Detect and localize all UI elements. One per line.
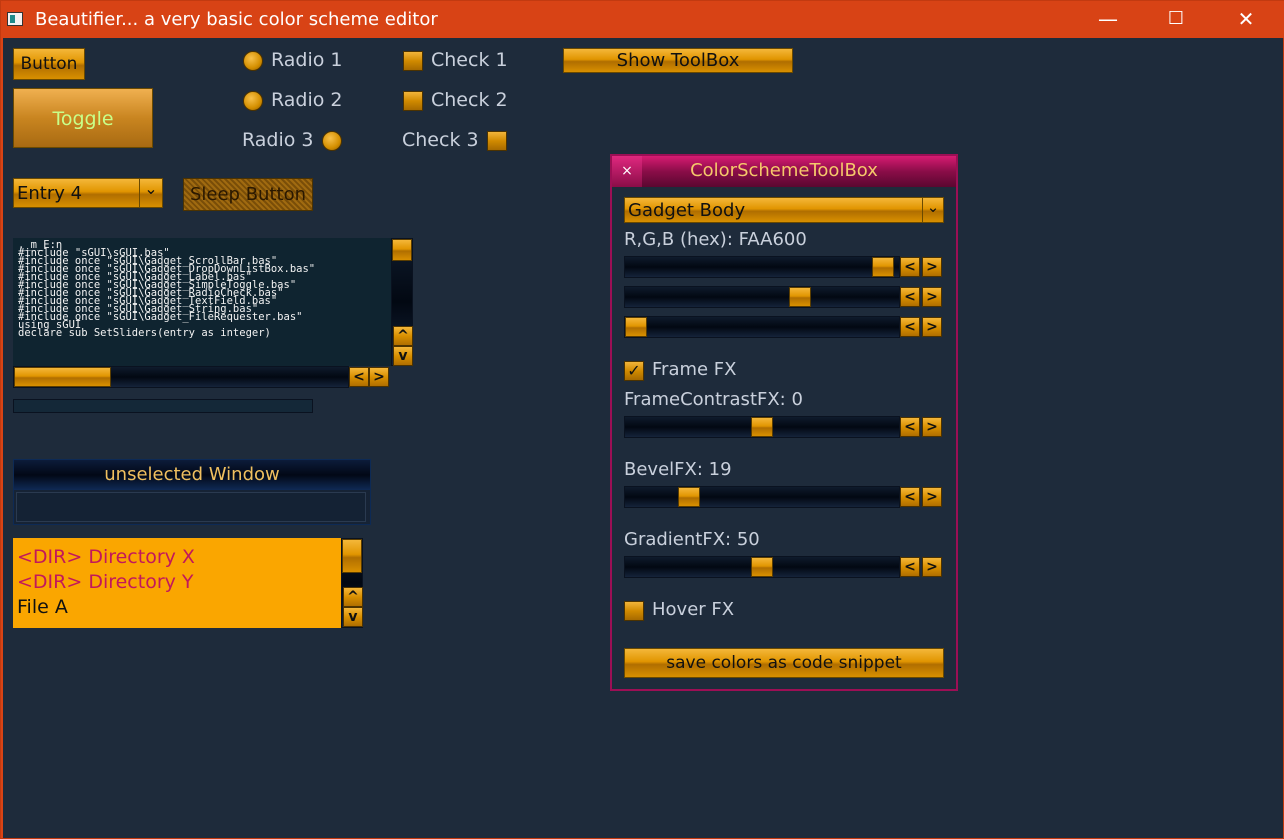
slider-left-arrow-icon[interactable]: < [900, 257, 920, 277]
minimize-button[interactable]: — [1085, 1, 1131, 38]
slider-right-arrow-icon[interactable]: > [922, 417, 942, 437]
maximize-button[interactable]: ☐ [1153, 1, 1199, 38]
radio-3-button[interactable] [322, 131, 342, 151]
app-icon [7, 12, 23, 26]
close-button[interactable]: ✕ [1223, 1, 1269, 38]
green-slider[interactable] [624, 286, 900, 308]
dropdown-value: Gadget Body [628, 200, 746, 221]
check-3-box[interactable] [487, 131, 507, 151]
show-toolbox-button[interactable]: Show ToolBox [563, 48, 793, 73]
hover-fx-checkbox[interactable] [624, 601, 644, 621]
slider-right-arrow-icon[interactable]: > [922, 257, 942, 277]
client-area: Button Toggle Radio 1 Radio 2 Radio 3 Ch… [3, 38, 1283, 838]
code-line: declare sub SetSliders(entry as integer) [18, 327, 271, 339]
check-1-label: Check 1 [431, 49, 508, 71]
code-editor[interactable]: ,_m_E:n #include "sGUI\sGUI.bas" #includ… [13, 238, 391, 366]
entry-dropdown[interactable]: Entry 4 ⌄ [13, 178, 163, 208]
file-list[interactable]: <DIR> Directory X <DIR> Directory Y File… [13, 538, 341, 628]
slider-right-arrow-icon[interactable]: > [922, 487, 942, 507]
gradient-label: GradientFX: 50 [624, 529, 760, 550]
hover-fx-label: Hover FX [652, 599, 735, 620]
slider-right-arrow-icon[interactable]: > [922, 317, 942, 337]
scrollbar-thumb[interactable] [14, 367, 111, 387]
slider-left-arrow-icon[interactable]: < [900, 487, 920, 507]
blue-slider[interactable] [624, 316, 900, 338]
slider-left-arrow-icon[interactable]: < [900, 417, 920, 437]
toggle-button[interactable]: Toggle [13, 88, 153, 148]
title-bar[interactable]: Beautifier... a very basic color scheme … [1, 1, 1284, 38]
scroll-down-arrow-icon[interactable]: v [343, 607, 363, 627]
check-3-label: Check 3 [402, 129, 479, 151]
list-item[interactable]: <DIR> Directory X [17, 546, 195, 568]
chevron-down-icon[interactable]: ⌄ [922, 198, 943, 222]
unselected-window[interactable]: unselected Window [13, 459, 371, 525]
scroll-right-arrow-icon[interactable]: > [369, 367, 389, 387]
save-colors-button[interactable]: save colors as code snippet [624, 648, 944, 678]
radio-2-button[interactable] [243, 91, 263, 111]
color-scheme-toolbox[interactable]: × ColorSchemeToolBox Gadget Body ⌄ R,G,B… [610, 154, 958, 691]
radio-1-label: Radio 1 [271, 49, 343, 71]
bevel-label: BevelFX: 19 [624, 459, 732, 480]
frame-contrast-slider[interactable] [624, 416, 900, 438]
slider-left-arrow-icon[interactable]: < [900, 557, 920, 577]
red-slider[interactable] [624, 256, 900, 278]
toolbox-close-icon[interactable]: × [612, 156, 642, 187]
dropdown-value: Entry 4 [17, 183, 83, 204]
scroll-up-arrow-icon[interactable]: ^ [343, 587, 363, 607]
slider-thumb[interactable] [678, 487, 700, 507]
chevron-down-icon[interactable]: ⌄ [139, 179, 162, 207]
text-field[interactable] [13, 399, 313, 413]
scroll-up-arrow-icon[interactable]: ^ [393, 326, 413, 346]
frame-fx-label: Frame FX [652, 359, 737, 380]
slider-thumb[interactable] [872, 257, 894, 277]
slider-left-arrow-icon[interactable]: < [900, 317, 920, 337]
radio-2-label: Radio 2 [271, 89, 343, 111]
check-1-box[interactable] [403, 51, 423, 71]
frame-fx-checkbox[interactable]: ✓ [624, 361, 644, 381]
scrollbar-thumb[interactable] [392, 239, 412, 261]
gradient-slider[interactable] [624, 556, 900, 578]
slider-left-arrow-icon[interactable]: < [900, 287, 920, 307]
slider-right-arrow-icon[interactable]: > [922, 287, 942, 307]
slider-thumb[interactable] [625, 317, 647, 337]
unselected-window-body [16, 492, 366, 522]
list-item[interactable]: File A [17, 596, 68, 618]
scrollbar-thumb[interactable] [342, 539, 362, 573]
radio-1-button[interactable] [243, 51, 263, 71]
slider-thumb[interactable] [751, 417, 773, 437]
list-item[interactable]: <DIR> Directory Y [17, 571, 194, 593]
gadget-target-dropdown[interactable]: Gadget Body ⌄ [624, 197, 944, 223]
unselected-window-title: unselected Window [14, 460, 370, 490]
slider-right-arrow-icon[interactable]: > [922, 557, 942, 577]
app-window: Beautifier... a very basic color scheme … [0, 0, 1284, 839]
code-horizontal-scrollbar[interactable] [13, 366, 349, 388]
rgb-label: R,G,B (hex): FAA600 [624, 229, 807, 250]
window-title: Beautifier... a very basic color scheme … [35, 9, 438, 30]
radio-3-label: Radio 3 [242, 129, 314, 151]
slider-thumb[interactable] [751, 557, 773, 577]
frame-contrast-label: FrameContrastFX: 0 [624, 389, 803, 410]
bevel-slider[interactable] [624, 486, 900, 508]
toolbox-title: ColorSchemeToolBox [690, 160, 878, 181]
scroll-down-arrow-icon[interactable]: v [393, 346, 413, 366]
slider-thumb[interactable] [789, 287, 811, 307]
button[interactable]: Button [13, 48, 85, 80]
toolbox-title-bar[interactable]: × ColorSchemeToolBox [612, 156, 956, 187]
scroll-left-arrow-icon[interactable]: < [349, 367, 369, 387]
sleep-button[interactable]: Sleep Button [183, 178, 313, 211]
check-2-box[interactable] [403, 91, 423, 111]
check-2-label: Check 2 [431, 89, 508, 111]
